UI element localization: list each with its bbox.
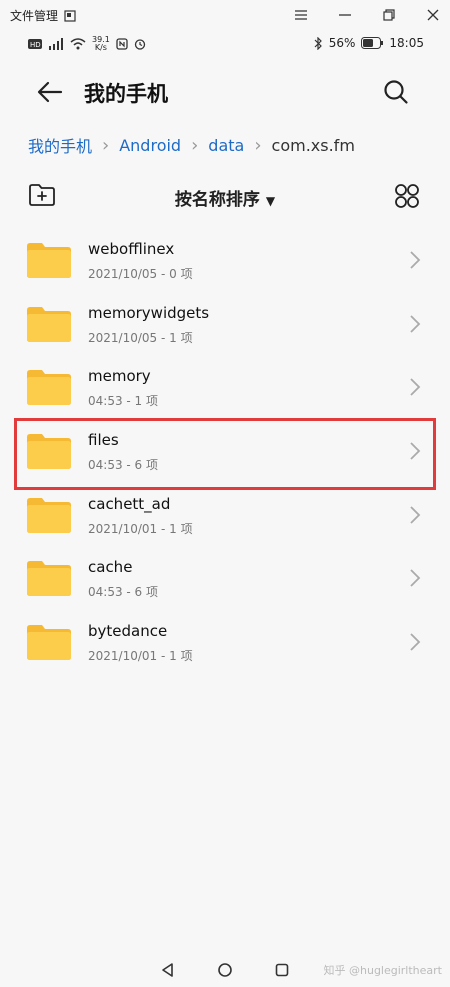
folder-row-cache[interactable]: cache 04:53 - 6 项 (0, 546, 450, 610)
back-button[interactable] (34, 76, 66, 108)
folder-row-memorywidgets[interactable]: memorywidgets 2021/10/05 - 1 项 (0, 292, 450, 356)
toolbar: 按名称排序 ▼ (0, 178, 450, 218)
svg-text:HD: HD (30, 41, 41, 49)
folder-name: memorywidgets (88, 303, 210, 322)
folder-name: memory (88, 367, 151, 386)
search-icon (384, 80, 408, 104)
chevron-right-icon (410, 315, 421, 333)
folder-name: cache (88, 558, 133, 577)
chevron-right-icon (410, 506, 421, 524)
chevron-right-icon (410, 633, 421, 651)
folder-meta: 2021/10/01 - 1 项 (88, 521, 193, 536)
chevron-right-icon: › (102, 134, 110, 156)
caret-down-icon: ▼ (265, 194, 276, 208)
folder-icon (27, 434, 71, 470)
navigation-bar: 知乎 @huglegirltheart (0, 952, 450, 987)
page-title: 我的手机 (84, 82, 168, 106)
folder-icon (27, 306, 71, 342)
wifi-icon (70, 38, 86, 50)
square-recents-icon (275, 963, 289, 977)
breadcrumb-android[interactable]: Android (119, 136, 181, 155)
folder-meta: 2021/10/05 - 1 项 (88, 330, 193, 345)
close-window-icon[interactable] (424, 6, 442, 24)
nav-recents-button[interactable] (272, 960, 292, 980)
folder-row-files[interactable]: files 04:53 - 6 项 (0, 419, 450, 483)
folder-row-bytedance[interactable]: bytedance 2021/10/01 - 1 项 (0, 610, 450, 674)
folder-icon (27, 243, 71, 278)
folder-row-memory[interactable]: memory 04:53 - 1 项 (0, 355, 450, 419)
folder-name: cachett_ad (88, 494, 171, 513)
battery-icon (361, 37, 384, 49)
circle-home-icon (218, 963, 232, 977)
folder-meta: 04:53 - 6 项 (88, 585, 158, 600)
battery-percent: 56% (328, 36, 356, 50)
alarm-icon (134, 39, 145, 50)
folder-meta: 2021/10/01 - 1 项 (88, 649, 193, 664)
hd-icon: HD (28, 39, 42, 49)
breadcrumb-my-phone[interactable]: 我的手机 (28, 133, 92, 157)
bluetooth-icon (314, 36, 322, 50)
window-title: 文件管理 (10, 7, 76, 24)
chevron-right-icon (410, 569, 421, 588)
folder-row-cachett-ad[interactable]: cachett_ad 2021/10/01 - 1 项 (0, 483, 450, 547)
breadcrumb: 我的手机 › Android › data › com.xs.fm (28, 133, 355, 157)
nav-home-button[interactable] (215, 960, 235, 980)
folder-name: files (88, 431, 119, 450)
restore-icon[interactable] (380, 6, 398, 24)
breadcrumb-current: com.xs.fm (271, 135, 355, 155)
clock: 18:05 (389, 36, 424, 50)
folder-icon (27, 561, 71, 597)
watermark: 知乎 @huglegirltheart (323, 964, 443, 977)
grid-view-button[interactable] (394, 183, 422, 211)
triangle-back-icon (162, 963, 173, 977)
breadcrumb-data[interactable]: data (208, 136, 244, 155)
app-header: 我的手机 (0, 66, 450, 116)
chevron-right-icon (410, 378, 421, 397)
chevron-right-icon (410, 442, 421, 460)
minimize-icon[interactable] (336, 6, 354, 24)
chevron-right-icon: › (254, 134, 262, 156)
signal-icon (49, 38, 63, 50)
app-window-icon (64, 9, 76, 22)
folder-icon (27, 497, 71, 533)
folder-meta: 04:53 - 1 项 (88, 394, 158, 409)
folder-name: bytedance (88, 622, 168, 641)
chevron-right-icon: › (191, 134, 199, 156)
status-bar: HD 39.1 K/s 56% 18:05 (0, 34, 450, 56)
grid-view-icon (395, 184, 419, 208)
sort-dropdown[interactable]: 按名称排序 ▼ (0, 185, 450, 210)
chevron-right-icon (410, 251, 421, 269)
nav-back-button[interactable] (158, 960, 178, 980)
network-speed: 39.1 K/s (92, 35, 110, 52)
menu-icon[interactable] (292, 6, 310, 24)
folder-meta: 04:53 - 6 项 (88, 458, 158, 473)
folder-row-webofflinex[interactable]: webofflinex 2021/10/05 - 0 项 (0, 228, 450, 292)
folder-name: webofflinex (88, 240, 175, 258)
folder-meta: 2021/10/05 - 0 项 (88, 267, 193, 281)
arrow-left-icon (37, 81, 63, 103)
folder-list: webofflinex 2021/10/05 - 0 项 memorywidge… (0, 228, 450, 674)
folder-icon (27, 370, 71, 406)
nfc-icon (116, 38, 128, 50)
folder-icon (27, 625, 71, 661)
search-button[interactable] (380, 76, 412, 108)
sort-label: 按名称排序 (174, 190, 260, 210)
window-titlebar: 文件管理 (0, 0, 450, 32)
